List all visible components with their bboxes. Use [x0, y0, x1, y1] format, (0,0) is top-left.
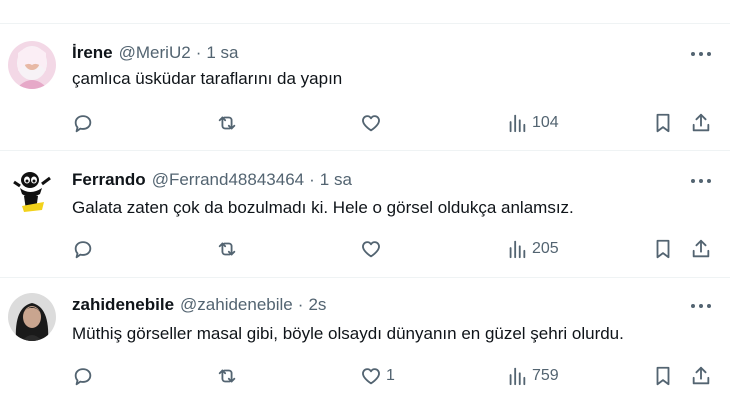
- repost-icon: [218, 369, 236, 383]
- like-count: 1: [386, 367, 395, 384]
- reply-icon: [74, 368, 92, 386]
- author-name[interactable]: İrene: [72, 43, 113, 63]
- bookmark-icon: [656, 239, 670, 259]
- views-count: 205: [532, 240, 559, 257]
- views-icon: [509, 367, 526, 386]
- post-1[interactable]: İrene @MeriU2 · 1 sa çamlıca üsküdar tar…: [0, 25, 730, 151]
- views-count: 759: [532, 367, 559, 384]
- repost-icon: [218, 116, 236, 130]
- share-icon: [692, 239, 710, 258]
- reply-button[interactable]: [72, 236, 94, 262]
- reply-button[interactable]: [72, 363, 94, 389]
- more-icon[interactable]: [688, 297, 714, 315]
- post-3[interactable]: zahidenebile @zahidenebile · 2s Müthiş g…: [0, 279, 730, 420]
- post-header: zahidenebile @zahidenebile · 2s: [72, 294, 326, 316]
- author-name[interactable]: Ferrando: [72, 170, 146, 190]
- separator-dot: ·: [309, 170, 315, 189]
- views-count: 104: [532, 114, 559, 131]
- more-icon[interactable]: [688, 45, 714, 63]
- post-time[interactable]: 1 sa: [320, 170, 352, 190]
- separator-dot: ·: [195, 43, 202, 62]
- views-button[interactable]: 759: [506, 363, 559, 389]
- repost-button[interactable]: [216, 110, 238, 136]
- post-time[interactable]: 1 sa: [206, 43, 238, 63]
- reply-button[interactable]: [72, 110, 94, 136]
- heart-icon: [362, 368, 380, 385]
- more-icon[interactable]: [688, 172, 714, 190]
- share-button[interactable]: [690, 110, 712, 136]
- bookmark-button[interactable]: [652, 363, 674, 389]
- post-text: Galata zaten çok da bozulmadı ki. Hele o…: [72, 198, 574, 217]
- bookmark-icon: [656, 113, 670, 133]
- bookmark-button[interactable]: [652, 236, 674, 262]
- bookmark-button[interactable]: [652, 110, 674, 136]
- share-button[interactable]: [690, 363, 712, 389]
- reply-icon: [74, 241, 92, 259]
- post-header: Ferrando @Ferrand48843464 · 1 sa: [72, 169, 352, 191]
- views-icon: [509, 240, 526, 259]
- author-handle[interactable]: @MeriU2: [119, 43, 191, 63]
- share-icon: [692, 366, 710, 385]
- post-2[interactable]: Ferrando @Ferrand48843464 · 1 sa Galata …: [0, 152, 730, 278]
- views-icon: [509, 114, 526, 133]
- like-button[interactable]: [360, 236, 386, 262]
- post-time[interactable]: 2s: [308, 295, 326, 315]
- author-handle[interactable]: @Ferrand48843464: [152, 170, 304, 190]
- avatar[interactable]: [8, 166, 56, 214]
- post-header: İrene @MeriU2 · 1 sa: [72, 42, 239, 64]
- like-button[interactable]: [360, 110, 386, 136]
- repost-button[interactable]: [216, 236, 238, 262]
- views-button[interactable]: 104: [506, 110, 559, 136]
- separator-dot: ·: [297, 295, 304, 314]
- reply-icon: [74, 115, 92, 133]
- views-button[interactable]: 205: [506, 236, 559, 262]
- post-text: çamlıca üsküdar taraflarını da yapın: [72, 69, 343, 88]
- share-icon: [692, 113, 710, 132]
- repost-icon: [218, 242, 236, 256]
- post-text: Müthiş görseller masal gibi, böyle olsay…: [72, 324, 624, 343]
- bookmark-icon: [656, 366, 670, 386]
- like-button[interactable]: 1: [360, 363, 395, 389]
- share-button[interactable]: [690, 236, 712, 262]
- heart-icon: [362, 241, 380, 258]
- avatar[interactable]: [8, 41, 56, 89]
- author-handle[interactable]: @zahidenebile: [180, 295, 293, 315]
- author-name[interactable]: zahidenebile: [72, 295, 174, 315]
- avatar[interactable]: [8, 293, 56, 341]
- top-divider: [0, 0, 730, 24]
- repost-button[interactable]: [216, 363, 238, 389]
- heart-icon: [362, 115, 380, 132]
